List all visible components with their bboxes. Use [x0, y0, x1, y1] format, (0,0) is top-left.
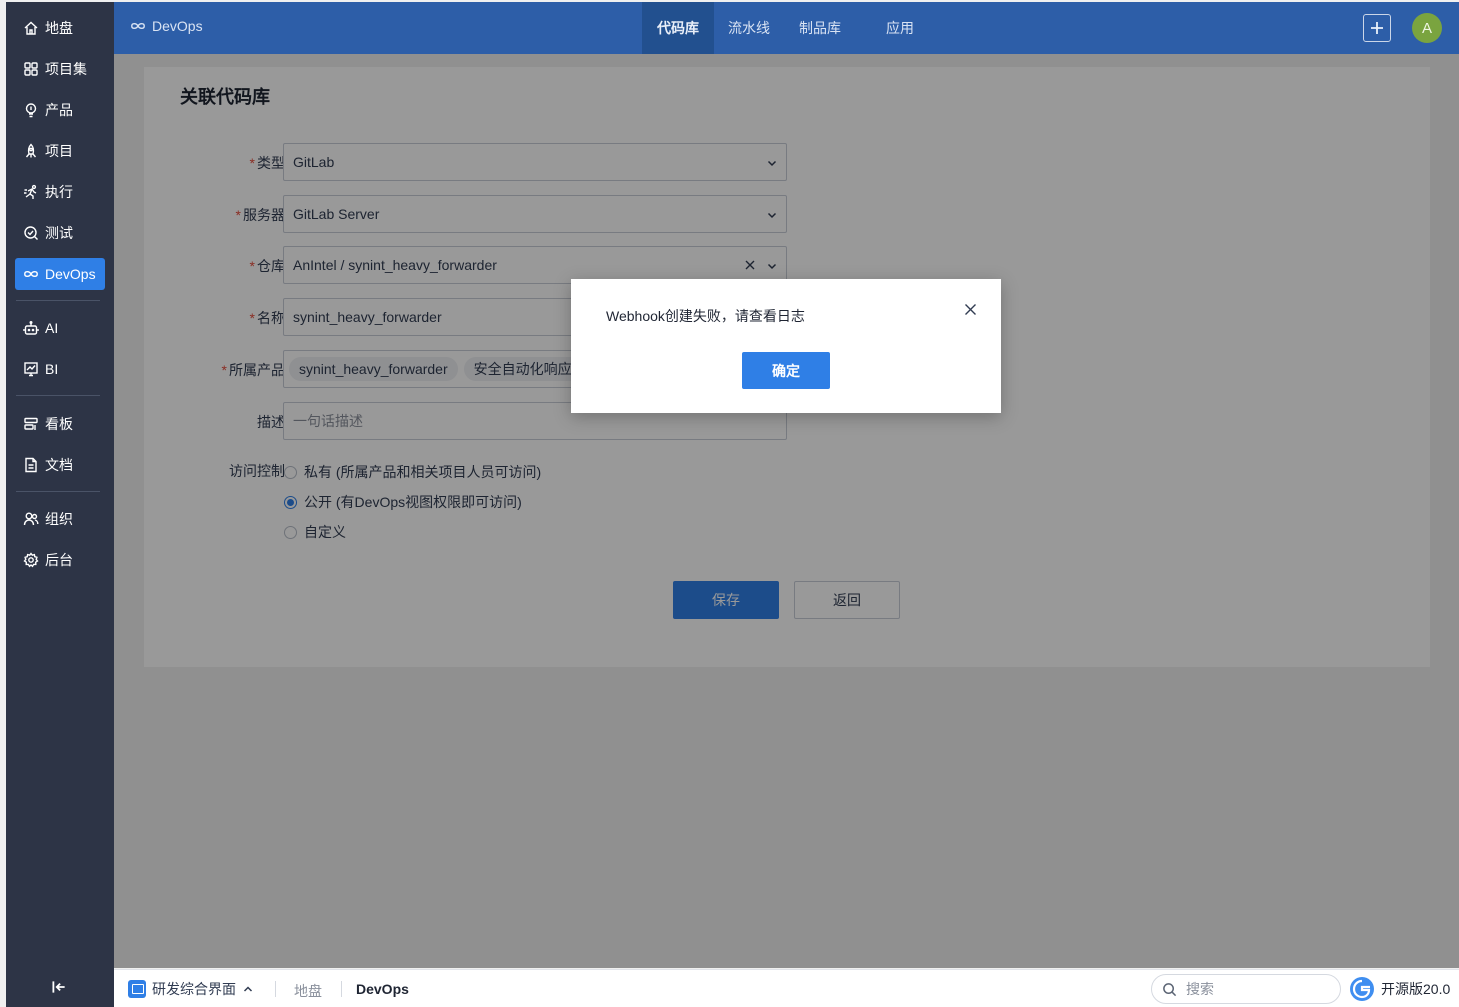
- sidebar-item-test[interactable]: 测试: [15, 217, 105, 249]
- alert-dialog: Webhook创建失败，请查看日志 确定: [571, 279, 1001, 413]
- bulb-icon: [25, 103, 37, 118]
- sidebar-divider: [16, 491, 100, 492]
- sidebar-item-label: 地盘: [45, 20, 73, 36]
- sidebar-item-label: BI: [45, 361, 59, 377]
- tab-code-repo[interactable]: 代码库: [642, 2, 714, 54]
- people-icon: [23, 512, 39, 526]
- sidebar-item-label: 看板: [45, 416, 73, 432]
- sidebar-item-label: 测试: [45, 225, 73, 241]
- grid-icon: [24, 62, 38, 76]
- sidebar-item-program[interactable]: 项目集: [15, 53, 105, 85]
- tab-artifact[interactable]: 制品库: [784, 2, 856, 54]
- sidebar-item-label: 组织: [45, 511, 73, 527]
- sidebar-item-doc[interactable]: 文档: [15, 449, 105, 481]
- app-name: DevOps: [152, 18, 203, 34]
- avatar[interactable]: A: [1412, 13, 1442, 43]
- taskbar-divider: [275, 981, 276, 997]
- collapse-sidebar-button[interactable]: [50, 978, 68, 996]
- app-brand: DevOps: [130, 18, 203, 34]
- infinity-icon: [24, 270, 38, 278]
- sidebar-item-admin[interactable]: 后台: [15, 544, 105, 576]
- app-icon: [128, 980, 146, 998]
- robot-icon: [23, 321, 39, 335]
- sidebar-item-bi[interactable]: BI: [15, 353, 105, 385]
- sidebar-divider: [16, 395, 100, 396]
- sidebar-item-label: AI: [45, 320, 59, 336]
- close-icon[interactable]: [964, 303, 977, 316]
- sidebar: 地盘 项目集 产品 项目 执行 测试 DevOps AI BI 看板 文档 组织…: [6, 2, 114, 1007]
- tab-pipeline[interactable]: 流水线: [714, 2, 784, 54]
- taskbar-divider: [341, 981, 342, 997]
- taskbar-link-home[interactable]: 地盘: [294, 981, 322, 1001]
- sidebar-item-ai[interactable]: AI: [15, 312, 105, 344]
- sidebar-item-execution[interactable]: 执行: [15, 176, 105, 208]
- bottom-taskbar: 研发综合界面 地盘 DevOps 搜索 开源版20.0: [114, 969, 1459, 1007]
- test-icon: [24, 226, 38, 240]
- version-badge[interactable]: 开源版20.0: [1349, 976, 1450, 1002]
- infinity-icon: [131, 22, 145, 30]
- home-icon: [24, 21, 38, 35]
- modal-overlay[interactable]: [114, 54, 1459, 968]
- sidebar-item-label: 文档: [45, 457, 73, 473]
- zentao-logo-icon: [1350, 977, 1374, 1001]
- rocket-icon: [25, 143, 37, 158]
- sidebar-item-label: DevOps: [45, 266, 96, 282]
- sidebar-item-label: 项目集: [45, 61, 87, 77]
- sidebar-item-home[interactable]: 地盘: [15, 12, 105, 44]
- taskbar-current-app[interactable]: DevOps: [356, 981, 409, 997]
- sidebar-item-label: 执行: [45, 184, 73, 200]
- search-icon: [1163, 982, 1177, 996]
- sidebar-divider: [16, 300, 100, 301]
- kanban-icon: [24, 417, 38, 430]
- global-search-input[interactable]: 搜索: [1151, 974, 1341, 1004]
- gear-icon: [23, 552, 39, 568]
- sidebar-item-project[interactable]: 项目: [15, 135, 105, 167]
- top-header: DevOps 代码库 流水线 制品库 应用 A: [114, 2, 1459, 54]
- collapse-left-icon: [52, 981, 65, 993]
- document-icon: [25, 457, 37, 473]
- create-button[interactable]: [1363, 14, 1391, 42]
- chart-icon: [24, 362, 38, 377]
- sidebar-item-product[interactable]: 产品: [15, 94, 105, 126]
- run-icon: [24, 184, 37, 199]
- sidebar-item-label: 后台: [45, 552, 73, 568]
- sidebar-item-label: 产品: [45, 102, 73, 118]
- alert-message: Webhook创建失败，请查看日志: [606, 308, 805, 324]
- tab-application[interactable]: 应用: [870, 2, 930, 54]
- confirm-button[interactable]: 确定: [742, 352, 830, 389]
- sidebar-item-kanban[interactable]: 看板: [15, 408, 105, 440]
- sidebar-item-org[interactable]: 组织: [15, 503, 105, 535]
- version-label: 开源版20.0: [1381, 981, 1451, 997]
- app-switcher-label: 研发综合界面: [152, 981, 236, 997]
- chevron-up-icon: [243, 986, 253, 992]
- app-switcher[interactable]: 研发综合界面: [128, 979, 254, 999]
- sidebar-item-devops[interactable]: DevOps: [15, 258, 105, 290]
- plus-icon: [1371, 22, 1383, 34]
- sidebar-item-label: 项目: [45, 143, 73, 159]
- search-placeholder: 搜索: [1186, 981, 1214, 997]
